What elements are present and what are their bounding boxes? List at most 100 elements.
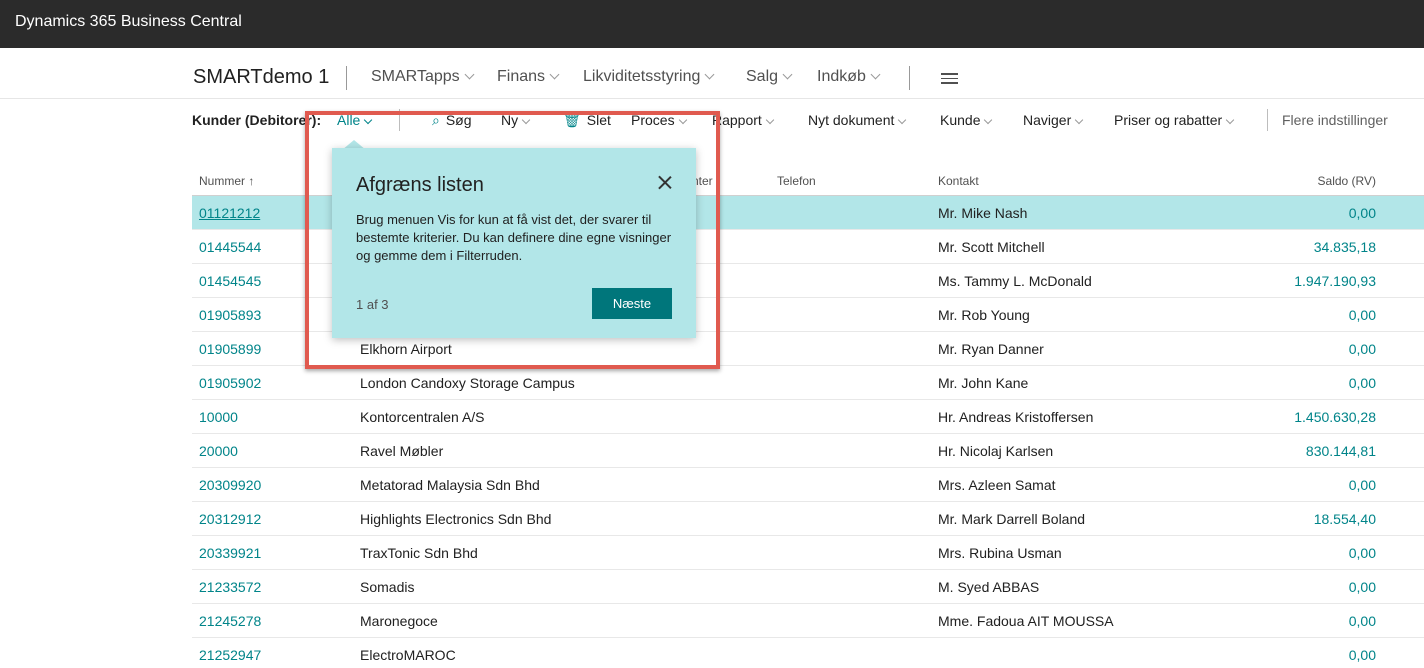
customer-number-link[interactable]: 20309920: [199, 477, 261, 493]
nav-divider: [909, 66, 910, 90]
customer-number-link[interactable]: 21233572: [199, 579, 261, 595]
customer-number-link[interactable]: 01121212: [199, 205, 260, 221]
table-row[interactable]: 20309920 Metatorad Malaysia Sdn Bhd Mrs. A…: [192, 468, 1424, 502]
customer-number-link[interactable]: 20000: [199, 443, 238, 459]
column-header-balance[interactable]: Saldo (RV): [1318, 174, 1376, 188]
customer-number-link[interactable]: 01905902: [199, 375, 261, 391]
customer-name: Maronegoce: [360, 613, 438, 629]
nav-divider: [346, 66, 347, 90]
chevron-down-icon: [870, 69, 881, 80]
customer-number-link[interactable]: 01905893: [199, 307, 261, 323]
balance-value[interactable]: 830.144,81: [1306, 443, 1376, 459]
contact-name: Mr. Rob Young: [938, 307, 1030, 323]
balance-value[interactable]: 0,00: [1349, 205, 1376, 221]
balance-value[interactable]: 1.450.630,28: [1294, 409, 1376, 425]
balance-value[interactable]: 0,00: [1349, 341, 1376, 357]
customer-name: Highlights Electronics Sdn Bhd: [360, 511, 552, 527]
contact-name: Hr. Andreas Kristoffersen: [938, 409, 1094, 425]
customer-number-link[interactable]: 01905899: [199, 341, 261, 357]
contact-name: M. Syed ABBAS: [938, 579, 1040, 595]
customer-number-link[interactable]: 21245278: [199, 613, 261, 629]
teaching-tip-title: Afgræns listen: [356, 174, 484, 196]
table-row[interactable]: 20339921 TraxTonic Sdn Bhd Mrs. Rubina Usm…: [192, 536, 1424, 570]
report-menu[interactable]: Rapport: [712, 112, 775, 128]
customer-label: Kunde: [940, 112, 981, 128]
balance-value[interactable]: 0,00: [1349, 613, 1376, 629]
customer-number-link[interactable]: 10000: [199, 409, 238, 425]
contact-name: Mme. Fadoua AIT MOUSSA: [938, 613, 1114, 629]
balance-value[interactable]: 0,00: [1349, 579, 1376, 595]
nav-item-indkob[interactable]: Indkøb: [817, 68, 881, 86]
contact-name: Mrs. Rubina Usman: [938, 545, 1062, 561]
prices-menu[interactable]: Priser og rabatter: [1114, 112, 1235, 128]
customer-number-link[interactable]: 01445544: [199, 239, 261, 255]
more-options-button[interactable]: Flere indstillinger: [1282, 112, 1388, 128]
nav-item-finans[interactable]: Finans: [497, 68, 560, 86]
close-icon[interactable]: [658, 175, 672, 189]
balance-value[interactable]: 0,00: [1349, 647, 1376, 663]
table-row[interactable]: 20312912 Highlights Electronics Sdn Bhd Mr…: [192, 502, 1424, 536]
balance-value[interactable]: 0,00: [1349, 307, 1376, 323]
contact-name: Mrs. Azleen Samat: [938, 477, 1056, 493]
column-header-phone[interactable]: Telefon: [777, 174, 816, 188]
contact-name: Hr. Nicolaj Karlsen: [938, 443, 1054, 459]
new-document-menu[interactable]: Nyt dokument: [808, 112, 907, 128]
table-row[interactable]: 21233572 Somadis M. Syed ABBAS 0,00: [192, 570, 1424, 604]
company-name[interactable]: SMARTdemo 1: [193, 66, 329, 89]
contact-name: Mr. Ryan Danner: [938, 341, 1044, 357]
table-row[interactable]: 21245278 Maronegoce Mme. Fadoua AIT MOUSSA…: [192, 604, 1424, 638]
table-row[interactable]: 20000 Ravel Møbler Hr. Nicolaj Karlsen 830.…: [192, 434, 1424, 468]
page-title: Kunder (Debitorer):: [192, 112, 322, 128]
customer-name: Ravel Møbler: [360, 443, 444, 459]
nav-item-label: Likviditetsstyring: [583, 68, 701, 85]
chevron-down-icon: [704, 69, 715, 80]
customer-name: Somadis: [360, 579, 415, 595]
table-row[interactable]: 01905902 London Candoxy Storage Campus Mr.…: [192, 366, 1424, 400]
customer-number-link[interactable]: 01454545: [199, 273, 261, 289]
nav-item-smartapps[interactable]: SMARTapps: [371, 68, 475, 86]
contact-name: Mr. Mike Nash: [938, 205, 1028, 221]
chevron-down-icon: [782, 69, 793, 80]
customer-number-link[interactable]: 20339921: [199, 545, 261, 561]
contact-name: Mr. Scott Mitchell: [938, 239, 1045, 255]
customer-number-link[interactable]: 20312912: [199, 511, 261, 527]
nav-item-label: Salg: [746, 68, 779, 85]
balance-value[interactable]: 0,00: [1349, 477, 1376, 493]
contact-name: Ms. Tammy L. McDonald: [938, 273, 1092, 289]
table-row[interactable]: 10000 Kontorcentralen A/S Hr. Andreas Kris…: [192, 400, 1424, 434]
balance-value[interactable]: 0,00: [1349, 375, 1376, 391]
column-header-number[interactable]: Nummer ↑: [199, 174, 254, 188]
customer-name: TraxTonic Sdn Bhd: [360, 545, 478, 561]
balance-value[interactable]: 34.835,18: [1314, 239, 1376, 255]
nav-item-label: SMARTapps: [371, 68, 460, 85]
balance-value[interactable]: 1.947.190,93: [1294, 273, 1376, 289]
next-button[interactable]: Næste: [592, 288, 672, 319]
navigate-menu[interactable]: Naviger: [1023, 112, 1084, 128]
new-document-label: Nyt dokument: [808, 112, 895, 128]
teaching-tip-step: 1 af 3: [356, 297, 389, 312]
chevron-down-icon: [1075, 115, 1084, 125]
contact-name: Mr. John Kane: [938, 375, 1029, 391]
nav-item-label: Indkøb: [817, 68, 866, 85]
app-title[interactable]: Dynamics 365 Business Central: [15, 13, 242, 31]
teaching-tip-body: Brug menuen Vis for kun at få vist det, …: [356, 212, 672, 263]
customer-number-link[interactable]: 21252947: [199, 647, 261, 663]
chevron-down-icon: [1225, 115, 1235, 125]
balance-value[interactable]: 18.554,40: [1314, 511, 1376, 527]
prices-label: Priser og rabatter: [1114, 112, 1223, 128]
hamburger-menu-icon[interactable]: [941, 73, 958, 84]
customer-name: ElectroMAROC: [360, 647, 456, 663]
balance-value[interactable]: 0,00: [1349, 545, 1376, 561]
chevron-down-icon: [549, 69, 560, 80]
table-row[interactable]: 21252947 ElectroMAROC 0,00: [192, 638, 1424, 668]
teaching-tip: Afgræns listen Brug menuen Vis for kun a…: [332, 148, 696, 338]
navigate-label: Naviger: [1023, 112, 1072, 128]
chevron-down-icon: [765, 115, 775, 125]
chevron-down-icon: [984, 115, 993, 125]
column-header-contact[interactable]: Kontakt: [938, 174, 979, 188]
customer-name: Metatorad Malaysia Sdn Bhd: [360, 477, 540, 493]
customer-menu[interactable]: Kunde: [940, 112, 993, 128]
nav-item-likviditetsstyring[interactable]: Likviditetsstyring: [583, 68, 715, 86]
nav-item-salg[interactable]: Salg: [746, 68, 793, 86]
customer-name: London Candoxy Storage Campus: [360, 375, 575, 391]
